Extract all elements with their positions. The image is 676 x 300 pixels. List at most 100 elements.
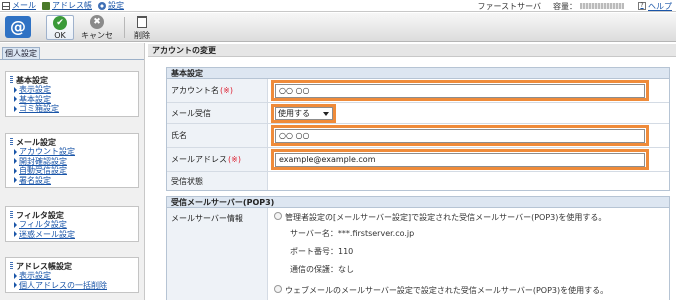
sidebar-item-label: 個人アドレスの一括削除: [19, 280, 107, 290]
sidebar-item-bulk-delete[interactable]: 個人アドレスの一括削除: [10, 281, 138, 291]
server-option-admin[interactable]: 管理者設定の[メールサーバー設定]で設定された受信メールサーバー(POP3)を使…: [274, 212, 669, 223]
full-name-label: 氏名: [167, 124, 268, 147]
tab-personal-settings[interactable]: 個人設定: [2, 47, 40, 59]
arrow-right-icon: [14, 158, 17, 165]
account-name-label: アカウント名 (※): [167, 79, 268, 102]
account-name-input[interactable]: ○○ ○○: [275, 84, 645, 98]
required-mark: (※): [228, 155, 241, 164]
server-security-detail: 通信の保護：なし: [290, 265, 354, 274]
app-logo-icon: @: [5, 16, 31, 38]
sidebar-item-label: 迷惑メール設定: [19, 229, 75, 239]
radio-button[interactable]: [274, 212, 282, 220]
help-label: ヘルプ: [648, 1, 672, 11]
grip-icon: [10, 76, 13, 84]
receive-status-row: 受信状態: [167, 172, 669, 190]
mail-receive-label: メール受信: [167, 103, 268, 123]
email-label: メールアドレス (※): [167, 148, 268, 171]
sidebar-item-trash[interactable]: ゴミ箱設定: [10, 104, 138, 114]
receive-status-label: 受信状態: [167, 172, 268, 190]
sidebar-group-mail: メール設定 アカウント設定 開封確認設定 自動受信設定 署名設定: [5, 133, 139, 188]
arrow-right-icon: [14, 177, 17, 184]
nav-addressbook-link[interactable]: アドレス帳: [42, 0, 92, 11]
server-info-cell: 管理者設定の[メールサーバー設定]で設定された受信メールサーバー(POP3)を使…: [268, 208, 669, 300]
toolbar: @ ✔ OK ✖ キャンセル 削除: [0, 13, 676, 51]
toolbar-divider: [124, 17, 125, 38]
arrow-right-icon: [14, 282, 17, 289]
email-row: メールアドレス (※) example@example.com: [167, 148, 669, 172]
arrow-right-icon: [14, 221, 17, 228]
nav-settings-link[interactable]: 設定: [98, 0, 124, 11]
cancel-button[interactable]: ✖ キャンセル: [78, 15, 116, 51]
tab-underline: [0, 59, 144, 60]
chevron-down-icon: [323, 112, 329, 116]
delete-button[interactable]: 削除: [130, 15, 154, 40]
email-cell: example@example.com: [268, 148, 669, 171]
check-icon: ✔: [53, 16, 67, 30]
full-name-cell: ○○ ○○: [268, 124, 669, 147]
account-name-cell: ○○ ○○: [268, 79, 669, 102]
mail-receive-row: メール受信 使用する: [167, 103, 669, 124]
full-name-row: 氏名 ○○ ○○: [167, 124, 669, 148]
capacity-bar: [580, 3, 624, 9]
email-input[interactable]: example@example.com: [275, 153, 645, 167]
delete-label: 削除: [134, 31, 150, 40]
top-right-info: ファーストサーバ 容量： ? ヘルプ: [477, 0, 672, 12]
server-name: ファーストサーバ: [477, 1, 541, 11]
server-name-detail: サーバー名：***.firstserver.co.jp: [290, 229, 415, 238]
server-info-row: メールサーバー情報 管理者設定の[メールサーバー設定]で設定された受信メールサー…: [167, 208, 669, 300]
capacity-label: 容量：: [553, 1, 577, 11]
nav-mail-label: メール: [12, 1, 36, 10]
arrow-right-icon: [14, 148, 17, 155]
sidebar-group-basic: 基本設定 表示設定 基本設定 ゴミ箱設定: [5, 71, 139, 117]
full-name-input[interactable]: ○○ ○○: [275, 129, 645, 143]
trash-icon: [137, 16, 147, 28]
arrow-right-icon: [14, 86, 17, 93]
mail-receive-selected: 使用する: [278, 109, 310, 118]
section-header-pop3: 受信メールサーバー(POP3): [167, 197, 669, 208]
receive-status-value: [268, 172, 669, 190]
addressbook-icon: [42, 1, 50, 10]
sidebar-item-spam[interactable]: 迷惑メール設定: [10, 230, 138, 240]
nav-addressbook-label: アドレス帳: [52, 1, 92, 10]
sidebar-group-addressbook: アドレス帳設定 表示設定 個人アドレスの一括削除: [5, 257, 139, 293]
nav-settings-label: 設定: [108, 1, 124, 10]
sidebar: 個人設定 基本設定 表示設定 基本設定 ゴミ箱設定 メール設定 アカウント設定 …: [0, 43, 145, 300]
sidebar-group-filter: フィルタ設定 フィルタ設定 迷惑メール設定: [5, 206, 139, 242]
account-name-label-text: アカウント名: [171, 86, 219, 95]
server-port-detail: ポート番号：110: [290, 247, 354, 256]
required-mark: (※): [220, 86, 233, 95]
mail-receive-cell: 使用する: [268, 103, 669, 123]
mail-icon: [2, 1, 10, 10]
help-link[interactable]: ? ヘルプ: [638, 1, 672, 12]
sidebar-item-label: ゴミ箱設定: [19, 104, 59, 114]
account-name-row: アカウント名 (※) ○○ ○○: [167, 79, 669, 103]
gear-icon: [98, 1, 106, 10]
page-title: アカウントの変更: [148, 44, 676, 57]
main-content: アカウントの変更 基本設定 アカウント名 (※) ○○ ○○ メール受信 使用する…: [146, 43, 676, 300]
ok-button[interactable]: ✔ OK: [46, 15, 74, 40]
arrow-right-icon: [14, 167, 17, 174]
basic-settings-section: 基本設定 アカウント名 (※) ○○ ○○ メール受信 使用する 氏名 ○○ ○…: [166, 67, 670, 191]
grip-icon: [10, 211, 13, 219]
mail-receive-select[interactable]: 使用する: [275, 107, 333, 120]
close-icon: ✖: [90, 15, 104, 29]
email-label-text: メールアドレス: [171, 155, 227, 164]
radio-button[interactable]: [274, 285, 282, 293]
section-header-basic: 基本設定: [167, 68, 669, 79]
server-option-webmail-label: ウェブメールのメールサーバー設定で設定された受信メールサーバー(POP3)を使用…: [285, 286, 609, 295]
arrow-right-icon: [14, 105, 17, 112]
grip-icon: [10, 262, 13, 270]
sidebar-item-signature[interactable]: 署名設定: [10, 176, 138, 186]
sidebar-item-label: 署名設定: [19, 175, 51, 185]
arrow-right-icon: [14, 96, 17, 103]
ok-label: OK: [54, 31, 66, 40]
help-icon: ?: [638, 2, 646, 10]
nav-mail-link[interactable]: メール: [2, 0, 36, 11]
server-info-label: メールサーバー情報: [167, 208, 268, 300]
server-option-admin-label: 管理者設定の[メールサーバー設定]で設定された受信メールサーバー(POP3)を使…: [285, 213, 607, 222]
pop3-section: 受信メールサーバー(POP3) メールサーバー情報 管理者設定の[メールサーバー…: [166, 196, 670, 300]
arrow-right-icon: [14, 272, 17, 279]
grip-icon: [10, 138, 13, 146]
server-option-webmail[interactable]: ウェブメールのメールサーバー設定で設定された受信メールサーバー(POP3)を使用…: [274, 285, 669, 296]
top-bar: メール アドレス帳 設定 ファーストサーバ 容量： ? ヘルプ: [0, 0, 676, 12]
